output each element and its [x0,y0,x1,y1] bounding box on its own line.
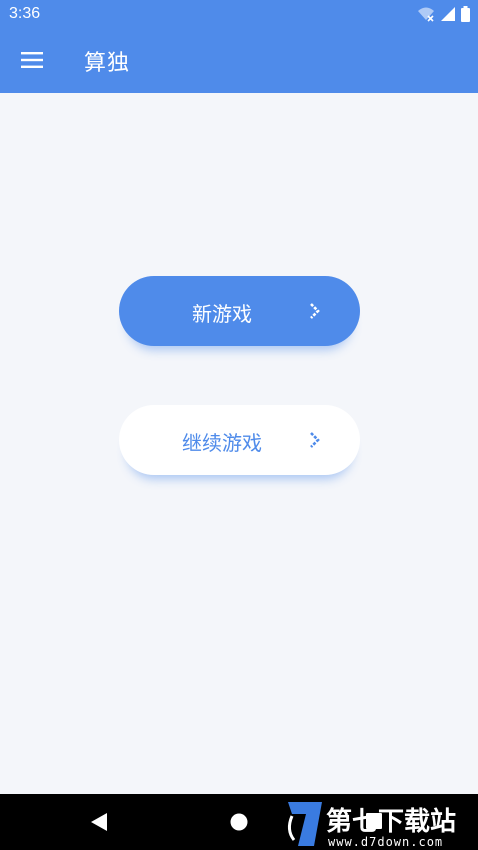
app-bar: 算独 [0,28,478,93]
chevron-right-icon [310,432,320,448]
home-icon[interactable] [229,812,249,832]
menu-button[interactable] [10,40,54,80]
continue-game-label: 继续游戏 [182,431,262,455]
signal-icon [441,7,455,21]
battery-icon [461,6,470,22]
watermark-text: 第七下载站 [326,807,457,837]
watermark: 第七下载站 www.d7down.com [282,797,478,850]
wifi-off-icon [418,7,434,22]
new-game-button[interactable]: 新游戏 [119,276,360,346]
status-time: 3:36 [9,5,41,22]
app-title: 算独 [84,51,131,76]
status-icons [417,5,470,23]
continue-game-button[interactable]: 继续游戏 [119,405,360,475]
new-game-label: 新游戏 [192,302,252,326]
watermark-logo-icon [287,802,322,846]
hamburger-menu-icon [21,52,43,68]
chevron-right-icon [310,303,320,319]
watermark-url: www.d7down.com [328,835,444,849]
back-icon[interactable] [90,812,108,832]
status-bar: 3:36 [0,0,478,28]
